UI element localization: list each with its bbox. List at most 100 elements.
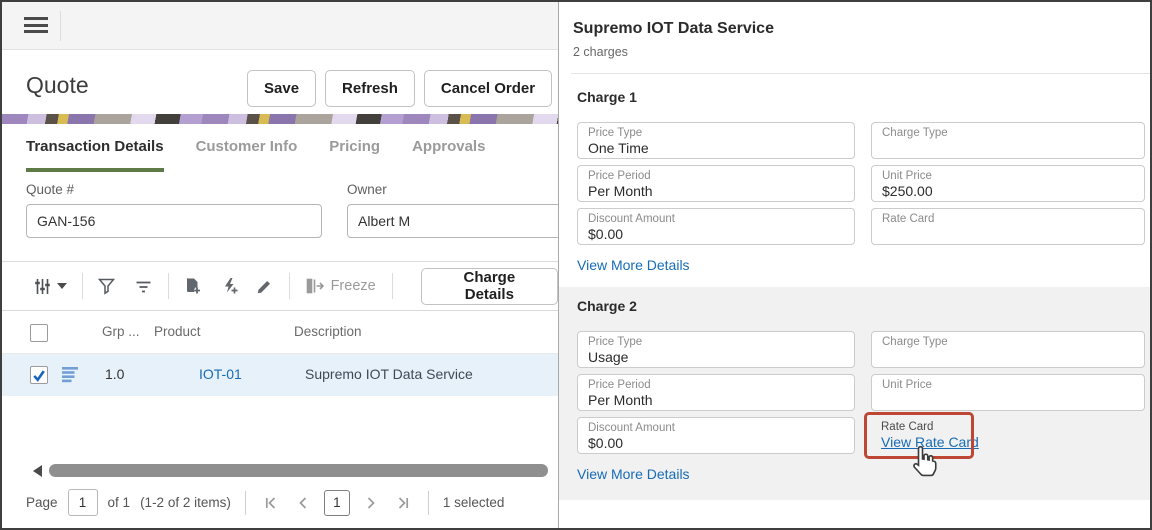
scroll-left-arrow-icon[interactable] bbox=[33, 465, 42, 477]
cell-description: Supremo IOT Data Service bbox=[305, 366, 473, 382]
field-label: Rate Card bbox=[881, 421, 1145, 434]
previous-page-icon[interactable] bbox=[292, 492, 314, 514]
owner-label: Owner bbox=[347, 182, 387, 197]
first-page-icon[interactable] bbox=[260, 492, 282, 514]
field-price-type: Price Type One Time bbox=[577, 122, 855, 159]
hamburger-menu-icon[interactable] bbox=[24, 17, 48, 35]
charges-count: 2 charges bbox=[573, 45, 1140, 59]
tab-approvals[interactable]: Approvals bbox=[412, 138, 485, 172]
cell-product-link[interactable]: IOT-01 bbox=[199, 366, 242, 382]
field-unit-price: Unit Price bbox=[871, 374, 1145, 411]
column-settings-icon[interactable] bbox=[30, 273, 55, 299]
next-page-icon[interactable] bbox=[360, 492, 382, 514]
horizontal-scrollbar bbox=[2, 462, 558, 480]
field-value: One Time bbox=[588, 140, 844, 157]
line-item-hierarchy-icon[interactable] bbox=[62, 367, 79, 388]
filter-rows-icon[interactable] bbox=[131, 273, 156, 299]
field-label: Price Period bbox=[588, 170, 844, 183]
field-label: Charge Type bbox=[882, 336, 1134, 349]
table-row[interactable]: 1.0 IOT-01 Supremo IOT Data Service bbox=[2, 354, 558, 396]
charge2-view-more-link[interactable]: View More Details bbox=[577, 466, 690, 482]
charge1-heading: Charge 1 bbox=[577, 89, 1146, 105]
panel-divider bbox=[571, 73, 1152, 74]
field-label: Unit Price bbox=[882, 379, 1134, 392]
field-price-period: Price Period Per Month bbox=[577, 374, 855, 411]
quick-action-bolt-icon[interactable] bbox=[217, 273, 242, 299]
quote-screen: Quote Save Refresh Cancel Order C Transa… bbox=[2, 2, 558, 528]
header-buttons: Save Refresh Cancel Order C bbox=[247, 70, 558, 107]
field-label: Price Type bbox=[588, 336, 844, 349]
toolbar-divider bbox=[168, 273, 169, 299]
field-label: Discount Amount bbox=[588, 213, 844, 226]
charge-details-button[interactable]: Charge Details bbox=[421, 268, 558, 305]
edit-pencil-icon[interactable] bbox=[252, 273, 277, 299]
topbar-divider bbox=[60, 11, 61, 41]
table-header: Grp ... Product Description bbox=[2, 310, 558, 354]
field-price-type: Price Type Usage bbox=[577, 331, 855, 368]
page-title: Quote bbox=[26, 72, 89, 99]
cell-grp: 1.0 bbox=[105, 366, 124, 382]
row-checkbox-checked[interactable] bbox=[30, 366, 48, 384]
line-items-toolbar: Freeze Charge Details bbox=[2, 262, 558, 310]
quote-form: Quote # Owner bbox=[2, 172, 558, 262]
toolbar-divider bbox=[82, 273, 83, 299]
field-discount-amount: Discount Amount $0.00 bbox=[577, 208, 855, 245]
toolbar-divider bbox=[289, 273, 290, 299]
field-unit-price: Unit Price $250.00 bbox=[871, 165, 1145, 202]
add-document-icon[interactable] bbox=[181, 273, 206, 299]
tab-bar: Transaction Details Customer Info Pricin… bbox=[2, 124, 558, 172]
toolbar-divider bbox=[392, 273, 393, 299]
column-header-description: Description bbox=[294, 324, 362, 339]
field-value: $250.00 bbox=[882, 183, 1134, 200]
view-rate-card-link[interactable]: View Rate Card bbox=[881, 434, 979, 451]
refresh-button[interactable]: Refresh bbox=[325, 70, 415, 107]
page-header: Quote Save Refresh Cancel Order C bbox=[2, 50, 558, 114]
quote-number-input[interactable] bbox=[26, 204, 322, 238]
page-of-text: of 1 bbox=[108, 495, 131, 510]
column-header-product: Product bbox=[154, 324, 201, 339]
tab-customer-info[interactable]: Customer Info bbox=[196, 138, 298, 172]
tab-pricing[interactable]: Pricing bbox=[329, 138, 380, 172]
charge-details-panel: Supremo IOT Data Service 2 charges Charg… bbox=[558, 2, 1152, 528]
field-value: Per Month bbox=[588, 392, 844, 409]
field-label: Rate Card bbox=[882, 213, 1134, 226]
items-count-text: (1-2 of 2 items) bbox=[140, 495, 231, 510]
page-label: Page bbox=[26, 495, 58, 510]
select-all-checkbox[interactable] bbox=[30, 324, 48, 342]
freeze-control[interactable]: Freeze bbox=[306, 278, 376, 294]
top-navigation-bar bbox=[2, 2, 558, 50]
field-label: Price Type bbox=[588, 127, 844, 140]
decorative-ribbon bbox=[2, 114, 558, 124]
column-settings-caret-icon[interactable] bbox=[55, 273, 70, 299]
field-label: Discount Amount bbox=[588, 422, 844, 435]
field-rate-card: Rate Card bbox=[871, 208, 1145, 245]
field-value: Usage bbox=[588, 349, 844, 366]
owner-input[interactable] bbox=[347, 204, 558, 238]
field-label: Price Period bbox=[588, 379, 844, 392]
pagination-bar: Page of 1 (1-2 of 2 items) 1 1 selected bbox=[26, 489, 504, 516]
tab-transaction-details[interactable]: Transaction Details bbox=[26, 138, 164, 172]
charge2-heading: Charge 2 bbox=[577, 287, 1146, 314]
field-discount-amount: Discount Amount $0.00 bbox=[577, 417, 855, 454]
freeze-label: Freeze bbox=[331, 278, 376, 294]
charge1-view-more-link[interactable]: View More Details bbox=[577, 257, 690, 273]
charge2-fields: Price Type Usage Charge Type Price Perio… bbox=[577, 331, 1146, 454]
last-page-icon[interactable] bbox=[392, 492, 414, 514]
column-header-grp: Grp ... bbox=[102, 324, 140, 339]
charge1-fields: Price Type One Time Charge Type Price Pe… bbox=[577, 122, 1146, 245]
cancel-order-button[interactable]: Cancel Order bbox=[424, 70, 552, 107]
filter-funnel-icon[interactable] bbox=[95, 273, 120, 299]
pagination-divider bbox=[245, 491, 246, 515]
field-charge-type: Charge Type bbox=[871, 331, 1145, 368]
pagination-divider bbox=[428, 491, 429, 515]
scrollbar-thumb[interactable] bbox=[49, 464, 548, 477]
page-number-input[interactable] bbox=[68, 489, 98, 516]
field-value: $0.00 bbox=[588, 226, 844, 243]
current-page-button[interactable]: 1 bbox=[324, 490, 350, 516]
field-value: $0.00 bbox=[588, 435, 844, 452]
save-button[interactable]: Save bbox=[247, 70, 316, 107]
charge2-section: Charge 2 Price Type Usage Charge Type Pr… bbox=[559, 287, 1152, 500]
panel-title: Supremo IOT Data Service bbox=[573, 20, 1140, 38]
app-window: Quote Save Refresh Cancel Order C Transa… bbox=[0, 0, 1152, 530]
field-charge-type: Charge Type bbox=[871, 122, 1145, 159]
